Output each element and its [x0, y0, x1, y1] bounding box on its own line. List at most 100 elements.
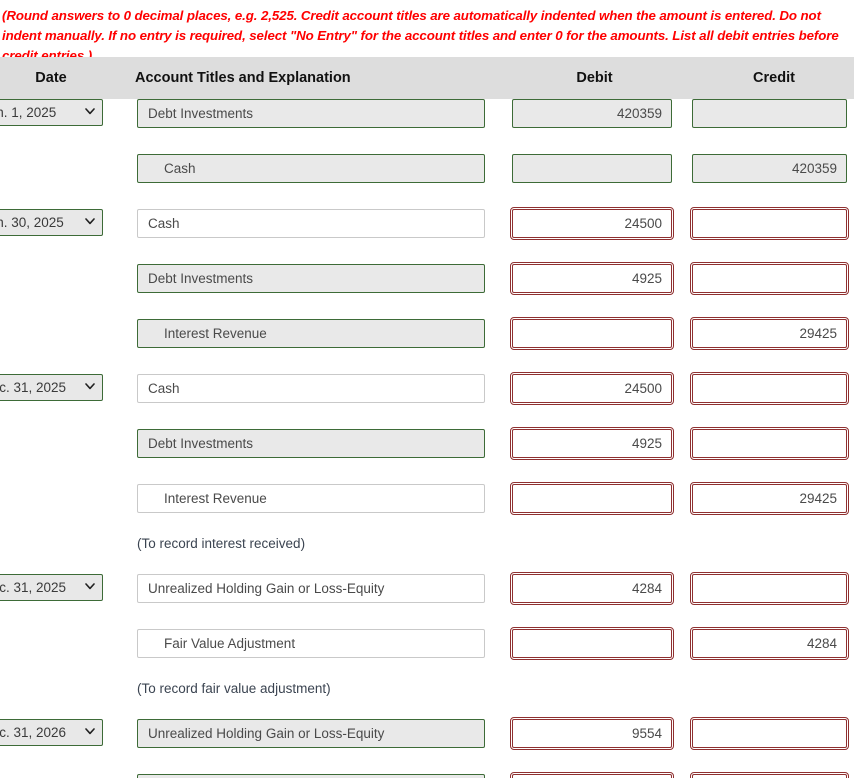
credit-input-8[interactable]: 29425 [690, 482, 849, 515]
debit-cell [505, 317, 690, 350]
credit-input-6[interactable] [690, 372, 849, 405]
account-title-input-4[interactable]: Debt Investments [137, 264, 485, 293]
account-title-value: Unrealized Holding Gain or Loss-Equity [148, 581, 385, 596]
table-header: Date Account Titles and Explanation Debi… [0, 57, 854, 99]
journal-entry-row: Interest Revenue 29425 [0, 317, 854, 350]
account-cell: Fair Value Adjustment [130, 629, 505, 658]
table-body: Jan. 1, 2025 Debt Investments 420359 Cash 42… [0, 99, 854, 778]
row-spacer [0, 703, 854, 719]
debit-value: 4925 [631, 271, 662, 286]
credit-input-3[interactable] [690, 207, 849, 240]
account-title-input-6[interactable]: Cash [137, 374, 485, 403]
explanation-cell: (To record fair value adjustment) [130, 674, 854, 703]
account-title-input-3[interactable]: Cash [137, 209, 485, 238]
date-cell: Dec. 31, 2025 [0, 374, 130, 403]
account-cell: Debt Investments [130, 429, 505, 458]
account-title-input-2[interactable]: Cash [137, 154, 485, 183]
date-select-value: Jan. 1, 2025 [0, 105, 57, 120]
credit-input-11[interactable]: 4284 [690, 627, 849, 660]
debit-cell [505, 154, 690, 183]
credit-input-5[interactable]: 29425 [690, 317, 849, 350]
journal-entry-row: Dec. 31, 2025 Cash 24500 [0, 372, 854, 405]
debit-input-10[interactable]: 4284 [510, 572, 674, 605]
explanation-row: (To record fair value adjustment) [0, 674, 854, 703]
debit-input-11[interactable] [510, 627, 674, 660]
row-spacer [0, 183, 854, 209]
account-title-input-5[interactable]: Interest Revenue [137, 319, 485, 348]
debit-value: 4925 [631, 436, 662, 451]
debit-input-13[interactable]: 9554 [510, 717, 674, 750]
debit-input-8[interactable] [510, 482, 674, 515]
account-title-value: Cash [164, 161, 196, 176]
date-cell [0, 264, 130, 293]
account-title-input-14[interactable]: Fair Value Adjustment [137, 774, 485, 778]
account-cell: Interest Revenue [130, 319, 505, 348]
debit-input-14[interactable] [510, 772, 674, 778]
debit-input-7[interactable]: 4925 [510, 427, 674, 460]
row-spacer [0, 658, 854, 674]
spacer-cell [0, 658, 854, 674]
debit-input-6[interactable]: 24500 [510, 372, 674, 405]
row-spacer [0, 293, 854, 319]
debit-input-1[interactable]: 420359 [512, 99, 672, 128]
column-header-credit: Credit [690, 57, 854, 99]
debit-cell: 4284 [505, 572, 690, 605]
credit-cell: 9554 [690, 772, 854, 778]
date-cell: Dec. 31, 2026 [0, 719, 130, 748]
explanation-text: (To record fair value adjustment) [137, 681, 331, 696]
credit-input-13[interactable] [690, 717, 849, 750]
spacer-cell [0, 458, 854, 484]
credit-input-1[interactable] [692, 99, 847, 128]
date-select-3[interactable]: Jun. 30, 2025 [0, 209, 103, 236]
account-cell: Cash [130, 209, 505, 238]
debit-cell: 24500 [505, 372, 690, 405]
credit-cell: 29425 [690, 482, 854, 515]
account-cell: Cash [130, 154, 505, 183]
date-cell: Jan. 1, 2025 [0, 99, 130, 128]
debit-cell [505, 627, 690, 660]
account-title-input-11[interactable]: Fair Value Adjustment [137, 629, 485, 658]
account-title-value: Interest Revenue [164, 326, 267, 341]
date-select-13[interactable]: Dec. 31, 2026 [0, 719, 103, 746]
debit-input-3[interactable]: 24500 [510, 207, 674, 240]
debit-cell: 420359 [505, 99, 690, 128]
date-select-6[interactable]: Dec. 31, 2025 [0, 374, 103, 401]
credit-input-10[interactable] [690, 572, 849, 605]
spacer-cell [0, 403, 854, 429]
table-header-row: Date Account Titles and Explanation Debi… [0, 57, 854, 99]
account-title-input-1[interactable]: Debt Investments [137, 99, 485, 128]
credit-cell [690, 262, 854, 295]
debit-input-2[interactable] [512, 154, 672, 183]
account-title-value: Unrealized Holding Gain or Loss-Equity [148, 726, 385, 741]
account-title-input-7[interactable]: Debt Investments [137, 429, 485, 458]
date-select-value: Dec. 31, 2025 [0, 580, 67, 595]
account-cell: Debt Investments [130, 99, 505, 128]
explanation-cell: (To record interest received) [130, 529, 854, 558]
debit-cell: 4925 [505, 262, 690, 295]
account-title-input-8[interactable]: Interest Revenue [137, 484, 485, 513]
credit-input-2[interactable]: 420359 [692, 154, 847, 183]
date-cell [0, 319, 130, 348]
debit-value: 420359 [616, 106, 662, 121]
row-spacer [0, 513, 854, 529]
debit-input-4[interactable]: 4925 [510, 262, 674, 295]
row-spacer [0, 603, 854, 629]
debit-cell: 4925 [505, 427, 690, 460]
date-select-10[interactable]: Dec. 31, 2025 [0, 574, 103, 601]
credit-value: 29425 [799, 326, 837, 341]
date-select-1[interactable]: Jan. 1, 2025 [0, 99, 103, 126]
debit-cell [505, 772, 690, 778]
account-cell: Interest Revenue [130, 484, 505, 513]
date-cell [0, 484, 130, 513]
account-title-input-13[interactable]: Unrealized Holding Gain or Loss-Equity [137, 719, 485, 748]
credit-input-14[interactable]: 9554 [690, 772, 849, 778]
credit-input-7[interactable] [690, 427, 849, 460]
spacer-cell [0, 183, 854, 209]
spacer-cell [0, 748, 854, 774]
account-title-input-10[interactable]: Unrealized Holding Gain or Loss-Equity [137, 574, 485, 603]
debit-input-5[interactable] [510, 317, 674, 350]
row-spacer [0, 458, 854, 484]
date-cell-empty [0, 674, 130, 703]
credit-input-4[interactable] [690, 262, 849, 295]
journal-entry-row: Fair Value Adjustment 9554 [0, 772, 854, 778]
